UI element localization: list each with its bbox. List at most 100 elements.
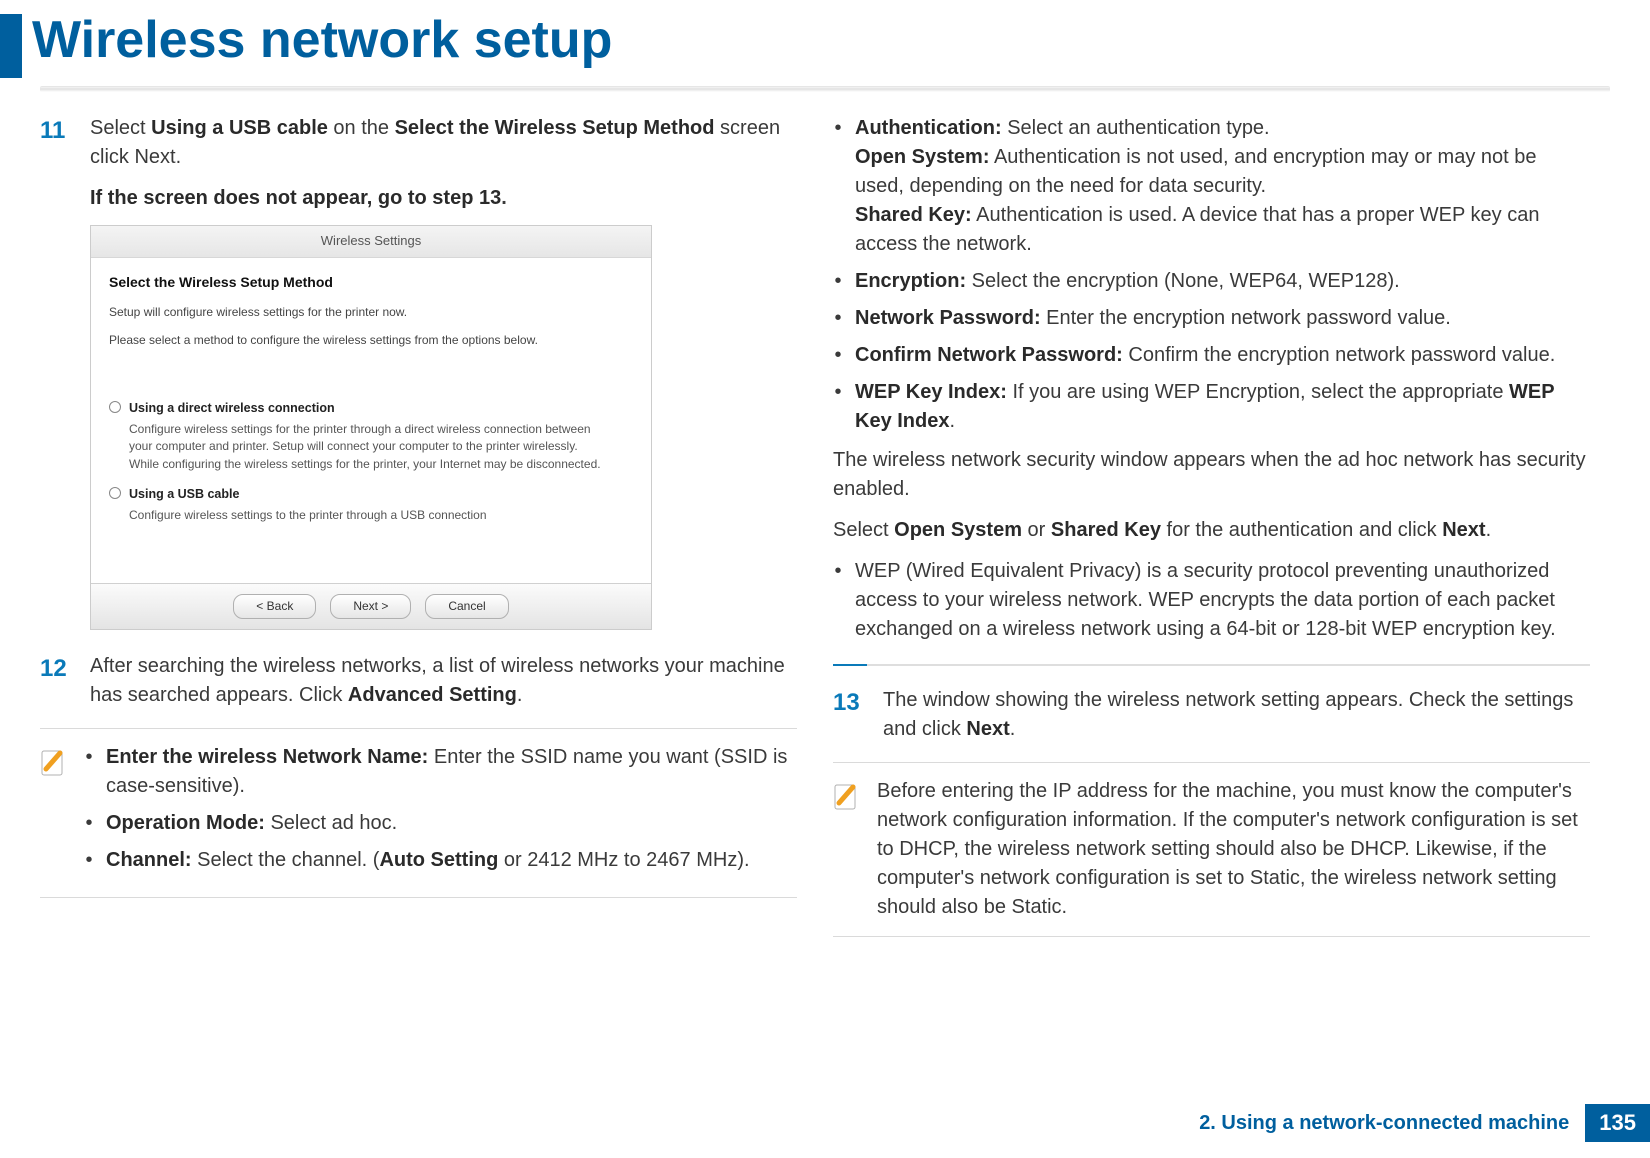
text: Select the encryption (None, WEP64, WEP1… (966, 270, 1400, 292)
dialog-body: Select the Wireless Setup Method Setup w… (91, 258, 651, 583)
paragraph: The wireless network security window app… (833, 446, 1590, 504)
text-bold: WEP Key Index: (855, 381, 1007, 403)
note-icon (40, 747, 68, 777)
text-bold: Network Password: (855, 307, 1041, 329)
step-body: After searching the wireless networks, a… (90, 652, 797, 710)
text: . (1486, 519, 1492, 541)
text: or (1022, 519, 1051, 541)
text: Select (90, 117, 151, 139)
step-separator (833, 664, 1590, 666)
text-bold: Using a USB cable (151, 117, 328, 139)
radio-icon[interactable] (109, 487, 121, 499)
text-bold: Open System: (855, 146, 989, 168)
list-item: • Encryption: Select the encryption (Non… (833, 267, 1590, 296)
text-bold: Authentication: (855, 117, 1002, 139)
option-desc: Configure wireless settings for the prin… (129, 421, 609, 473)
bullet-icon: • (833, 378, 843, 436)
settings-list: • Authentication: Select an authenticati… (833, 114, 1590, 436)
option-desc: Configure wireless settings to the print… (129, 507, 609, 524)
header-accent (0, 14, 22, 78)
bullet-icon: • (84, 743, 94, 801)
bullet-icon: • (833, 304, 843, 333)
step-11: 11 Select Using a USB cable on the Selec… (40, 114, 797, 634)
list-item: • Authentication: Select an authenticati… (833, 114, 1590, 259)
text-bold: Operation Mode: (106, 812, 265, 834)
dialog-subtext: Setup will configure wireless settings f… (109, 304, 633, 321)
text-bold: Open System (894, 519, 1022, 541)
bullet-icon: • (84, 846, 94, 875)
text-bold: Shared Key (1051, 519, 1161, 541)
text: WEP (Wired Equivalent Privacy) is a secu… (855, 557, 1590, 644)
text: . (517, 684, 523, 706)
text-bold: Channel: (106, 849, 192, 871)
wep-desc-list: • WEP (Wired Equivalent Privacy) is a se… (833, 557, 1590, 644)
dialog-option-direct[interactable]: Using a direct wireless connection (109, 399, 633, 417)
text: Enter the encryption network password va… (1041, 307, 1451, 329)
page-number: 135 (1585, 1104, 1650, 1142)
text: Select (833, 519, 894, 541)
text: . (501, 187, 507, 209)
bullet-icon: • (84, 809, 94, 838)
back-button[interactable]: < Back (233, 594, 316, 619)
next-button[interactable]: Next > (330, 594, 411, 619)
list-item: • Network Password: Enter the encryption… (833, 304, 1590, 333)
step-number: 11 (40, 114, 72, 634)
dialog-heading: Select the Wireless Setup Method (109, 272, 633, 292)
note-body: • Enter the wireless Network Name: Enter… (84, 743, 797, 883)
text: . (1010, 718, 1016, 740)
list-item: • Operation Mode: Select ad hoc. (84, 809, 797, 838)
bullet-icon: • (833, 114, 843, 259)
list-item: • WEP (Wired Equivalent Privacy) is a se… (833, 557, 1590, 644)
text-bold: Shared Key: (855, 204, 972, 226)
text: on the (328, 117, 395, 139)
step-12: 12 After searching the wireless networks… (40, 652, 797, 710)
paragraph: Select Open System or Shared Key for the… (833, 516, 1590, 545)
warning-text: If the screen does not appear, go to ste… (90, 184, 797, 213)
option-label: Using a USB cable (129, 485, 239, 503)
step-13: 13 The window showing the wireless netwo… (833, 686, 1590, 744)
bullet-icon: • (833, 557, 843, 644)
text-bold: Next (966, 718, 1009, 740)
text-bold: Advanced Setting (348, 684, 517, 706)
list-item: • Confirm Network Password: Confirm the … (833, 341, 1590, 370)
right-column: • Authentication: Select an authenticati… (833, 114, 1590, 937)
dialog-footer: < Back Next > Cancel (91, 583, 651, 629)
radio-icon[interactable] (109, 401, 121, 413)
bullet-icon: • (833, 267, 843, 296)
text-bold: Confirm Network Password: (855, 344, 1123, 366)
bullet-icon: • (833, 341, 843, 370)
text-bold: Enter the wireless Network Name: (106, 746, 428, 768)
cancel-button[interactable]: Cancel (425, 594, 508, 619)
text: Select the channel. ( (192, 849, 380, 871)
note-box-13: Before entering the IP address for the m… (833, 762, 1590, 937)
list-item: • Channel: Select the channel. (Auto Set… (84, 846, 797, 875)
step-number: 12 (40, 652, 72, 710)
dialog-titlebar: Wireless Settings (91, 226, 651, 258)
step-body: Select Using a USB cable on the Select t… (90, 114, 797, 634)
list-item: • WEP Key Index: If you are using WEP En… (833, 378, 1590, 436)
left-column: 11 Select Using a USB cable on the Selec… (40, 114, 797, 937)
text: Select an authentication type. (1002, 117, 1270, 139)
text-bold: Auto Setting (379, 849, 498, 871)
text-bold: Next (1442, 519, 1485, 541)
text: Confirm the encryption network password … (1123, 344, 1555, 366)
text-bold: Select the Wireless Setup Method (395, 117, 715, 139)
option-label: Using a direct wireless connection (129, 399, 335, 417)
text: or 2412 MHz to 2467 MHz). (498, 849, 749, 871)
step-body: The window showing the wireless network … (883, 686, 1590, 744)
text: . (949, 410, 955, 432)
page-title: Wireless network setup (32, 14, 612, 66)
step-number: 13 (833, 686, 865, 744)
page-header: Wireless network setup (0, 0, 1650, 78)
wireless-settings-dialog: Wireless Settings Select the Wireless Se… (90, 225, 652, 630)
page-footer: 2. Using a network-connected machine 135 (1199, 1104, 1650, 1142)
note-icon (833, 781, 861, 811)
text: for the authentication and click (1161, 519, 1442, 541)
dialog-option-usb[interactable]: Using a USB cable (109, 485, 633, 503)
note-body: Before entering the IP address for the m… (877, 777, 1590, 922)
chapter-label: 2. Using a network-connected machine (1199, 1112, 1569, 1135)
list-item: • Enter the wireless Network Name: Enter… (84, 743, 797, 801)
text: Select ad hoc. (265, 812, 397, 834)
dialog-subtext: Please select a method to configure the … (109, 332, 633, 349)
note-box-12: • Enter the wireless Network Name: Enter… (40, 728, 797, 898)
